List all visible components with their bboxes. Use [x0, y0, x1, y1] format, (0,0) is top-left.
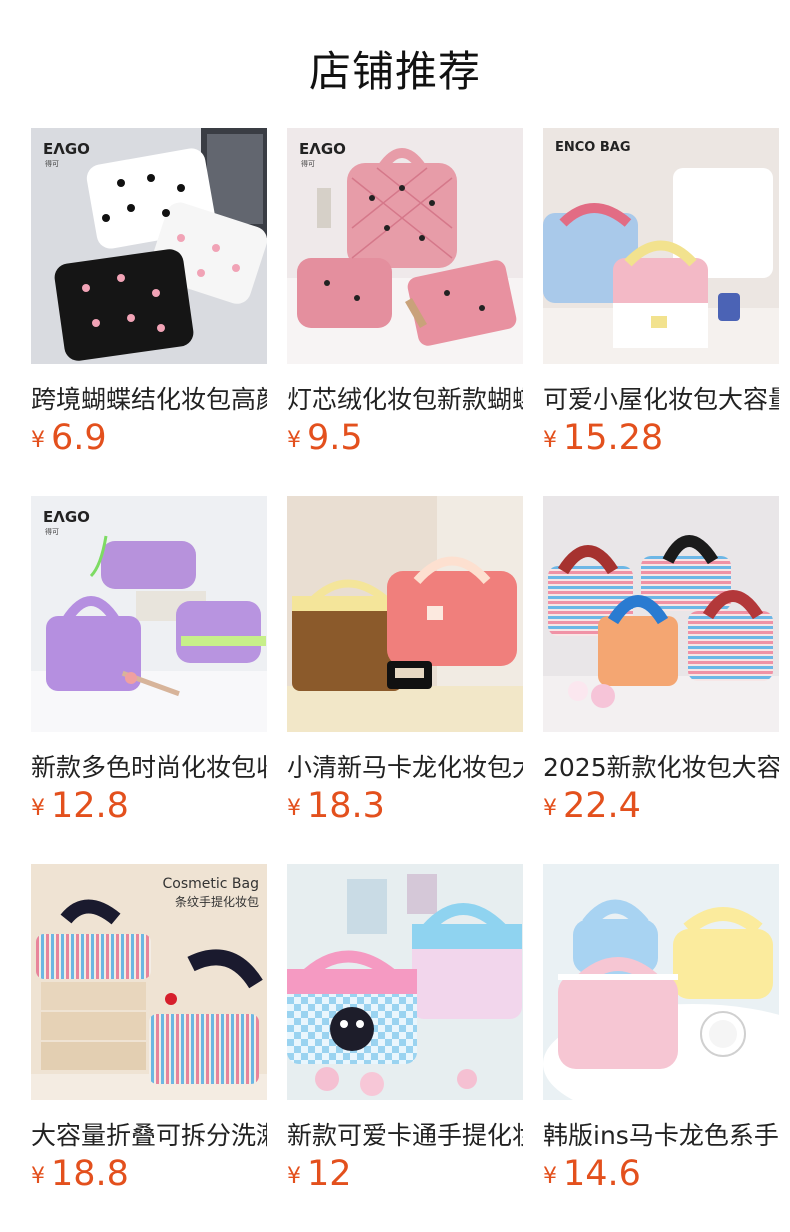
price-amount: 9.5 [307, 418, 363, 458]
product-card[interactable]: 韩版ins马卡龙色系手提 ¥14.6 [543, 864, 779, 1232]
product-name[interactable]: 跨境蝴蝶结化妆包高颜值 [31, 380, 267, 416]
brand-logo-text: Cosmetic Bag [163, 876, 259, 892]
brand-subtitle: 得可 [45, 159, 59, 168]
brand-subtitle: 得可 [45, 527, 59, 536]
brand-logo-text: EΛGO [43, 508, 90, 526]
product-card[interactable]: 新款可爱卡通手提化妆包 ¥12 [287, 864, 523, 1232]
product-image[interactable]: EΛGO 得可 [287, 128, 523, 364]
product-image[interactable] [287, 864, 523, 1100]
product-name[interactable]: 灯芯绒化妆包新款蝴蝶结 [287, 380, 523, 416]
product-price: ¥12.8 [31, 786, 129, 826]
product-card[interactable]: EΛGO 得可 新款多色时尚化妆包收纳 ¥12.8 [31, 496, 267, 864]
product-image[interactable] [543, 864, 779, 1100]
product-image[interactable]: EΛGO 得可 [31, 128, 267, 364]
store-recommendations-page: 店铺推荐 EΛGO 得可 跨境蝴蝶结化妆包高 ¥ 6.9 EΛGO 得可 灯芯绒… [0, 0, 790, 1232]
price-amount: 15.28 [563, 418, 664, 458]
currency-symbol: ¥ [287, 1164, 301, 1189]
product-image[interactable]: ENCO BAG [543, 128, 779, 364]
currency-symbol: ¥ [543, 428, 557, 453]
price-amount: 18.3 [307, 786, 385, 826]
product-card[interactable]: 小清新马卡龙化妆包大容量 ¥18.3 [287, 496, 523, 864]
product-price: ¥22.4 [543, 786, 641, 826]
product-card[interactable]: EΛGO 得可 灯芯绒化妆包新款蝴蝶结 ¥9.5 [287, 128, 523, 496]
price-amount: 6.9 [51, 418, 107, 458]
brand-logo-text: EΛGO [43, 140, 90, 158]
currency-symbol: ¥ [287, 428, 301, 453]
brand-subtitle: 条纹手提化妆包 [175, 894, 259, 909]
brand-logo-text: EΛGO [299, 140, 346, 158]
product-name[interactable]: 小清新马卡龙化妆包大容量 [287, 748, 523, 784]
price-amount: 18.8 [51, 1154, 129, 1194]
brand-subtitle: 得可 [301, 159, 315, 168]
product-image[interactable] [287, 496, 523, 732]
price-amount: 12.8 [51, 786, 129, 826]
product-name[interactable]: 新款可爱卡通手提化妆包 [287, 1116, 523, 1152]
currency-symbol: ¥ [543, 1164, 557, 1189]
product-image[interactable]: Cosmetic Bag 条纹手提化妆包 [31, 864, 267, 1100]
product-price: ¥18.8 [31, 1154, 129, 1194]
product-price: ¥14.6 [543, 1154, 641, 1194]
product-name[interactable]: 大容量折叠可拆分洗漱包 [31, 1116, 267, 1152]
product-image[interactable] [543, 496, 779, 732]
currency-symbol: ¥ [31, 796, 45, 821]
product-name[interactable]: 新款多色时尚化妆包收纳 [31, 748, 267, 784]
currency-symbol: ¥ [543, 796, 557, 821]
product-card[interactable]: 2025新款化妆包大容量 ¥22.4 [543, 496, 779, 864]
price-amount: 12 [307, 1154, 352, 1194]
price-amount: 14.6 [563, 1154, 641, 1194]
product-price: ¥18.3 [287, 786, 385, 826]
product-grid: EΛGO 得可 跨境蝴蝶结化妆包高颜值 ¥6.9 [31, 128, 779, 1232]
product-price: ¥6.9 [31, 418, 107, 458]
product-price: ¥12 [287, 1154, 352, 1194]
currency-symbol: ¥ [31, 428, 45, 453]
product-card[interactable]: ENCO BAG 可爱小屋化妆包大容量 ¥15.28 [543, 128, 779, 496]
product-name[interactable]: 可爱小屋化妆包大容量 [543, 380, 779, 416]
product-image[interactable]: EΛGO 得可 [31, 496, 267, 732]
currency-symbol: ¥ [287, 796, 301, 821]
price-amount: 22.4 [563, 786, 641, 826]
product-name[interactable]: 韩版ins马卡龙色系手提 [543, 1116, 779, 1152]
page-title: 店铺推荐 [308, 47, 481, 96]
product-name[interactable]: 2025新款化妆包大容量 [543, 748, 779, 784]
product-price: ¥15.28 [543, 418, 663, 458]
product-card[interactable]: EΛGO 得可 跨境蝴蝶结化妆包高颜值 ¥6.9 [31, 128, 267, 496]
brand-logo-text: ENCO BAG [555, 140, 631, 155]
product-price: ¥9.5 [287, 418, 363, 458]
product-card[interactable]: Cosmetic Bag 条纹手提化妆包 大容量折叠可拆分洗漱包 ¥18.8 [31, 864, 267, 1232]
currency-symbol: ¥ [31, 1164, 45, 1189]
